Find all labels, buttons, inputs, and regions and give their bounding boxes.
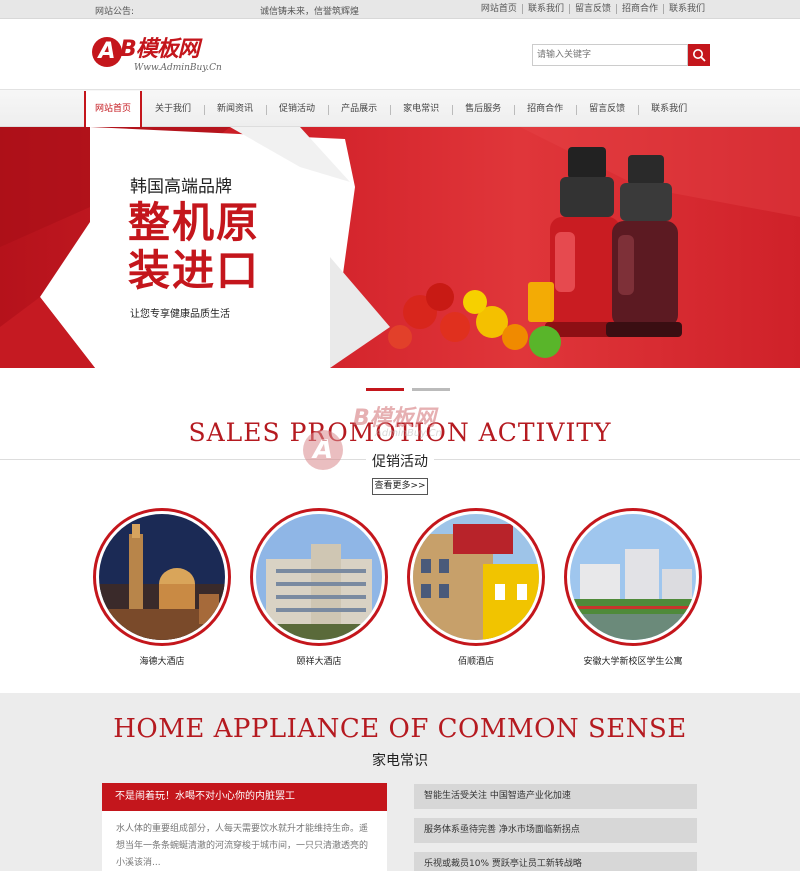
- hotel-image: [570, 514, 696, 640]
- hotel-image-frame: [250, 508, 388, 646]
- list-item[interactable]: 服务体系亟待完善 净水市场面临新拐点: [414, 818, 697, 843]
- top-link-partner[interactable]: 招商合作: [615, 4, 663, 14]
- nav-item-contact[interactable]: 联系我们: [638, 90, 700, 128]
- nav-item-about[interactable]: 关于我们: [142, 90, 204, 128]
- notice-text: 诚信铸未来，信誉筑辉煌: [260, 7, 360, 17]
- nav-item-service[interactable]: 售后服务: [452, 90, 514, 128]
- hotel-image: [99, 514, 225, 640]
- nav-item-partner[interactable]: 招商合作: [514, 90, 576, 128]
- hotel-card[interactable]: 安徽大学新校区学生公寓: [564, 508, 702, 667]
- search-button[interactable]: [688, 44, 710, 66]
- list-item[interactable]: 智能生活受关注 中国智造产业化加速: [414, 784, 697, 809]
- top-link-home[interactable]: 网站首页: [476, 4, 522, 14]
- hero-banner[interactable]: 韩国高端品牌 整机原 装进口 让您专享健康品质生活: [0, 127, 800, 368]
- hotel-name: 佰顺酒店: [457, 657, 494, 667]
- news-list: 智能生活受关注 中国智造产业化加速 服务体系亟待完善 净水市场面临新拐点 乐视或…: [414, 784, 697, 871]
- nav-item-knowledge[interactable]: 家电常识: [390, 90, 452, 128]
- watermark-logo: A B模板网 AdminBuy.Cn: [303, 400, 503, 470]
- nav-item-home[interactable]: 网站首页: [84, 91, 143, 127]
- knowledge-title-cn: 家电常识: [372, 753, 428, 769]
- nav-item-promotions[interactable]: 促销活动: [266, 90, 328, 128]
- hotel-image: [413, 514, 539, 640]
- hotel-name: 颐祥大酒店: [296, 657, 342, 667]
- banner-subtitle: 韩国高端品牌: [130, 177, 232, 197]
- featured-article-excerpt: 水人体的重要组成部分，人每天需要饮水就升才能维持生命。遥想当年一条条蜿蜒清澈的河…: [116, 824, 369, 868]
- hotel-name: 海德大酒店: [139, 657, 185, 667]
- watermark-mark-icon: A: [303, 430, 343, 470]
- hotel-card[interactable]: 颐祥大酒店: [250, 508, 388, 667]
- main-nav: 网站首页 关于我们 新闻资讯 促销活动 产品展示 家电常识 售后服务 招商合作 …: [0, 89, 800, 127]
- top-link-feedback[interactable]: 留言反馈: [568, 4, 616, 14]
- list-item[interactable]: 乐视或裁员10% 贾跃亭让员工新转战略: [414, 852, 697, 871]
- juicer-product-image: [388, 147, 682, 358]
- logo-site-url: Www.AdminBuy.Cn: [134, 63, 222, 73]
- top-bar: 网站公告: 诚信铸未来，信誉筑辉煌 网站首页 联系我们 留言反馈 招商合作 联系…: [0, 0, 800, 19]
- nav-item-products[interactable]: 产品展示: [328, 90, 390, 128]
- hotel-image-frame: [407, 508, 545, 646]
- hotel-image-frame: [564, 508, 702, 646]
- featured-article-title[interactable]: 不是闹着玩！水喝不对小心你的内脏罢工: [102, 783, 387, 811]
- logo-brand-text: B模板网: [120, 37, 200, 62]
- banner-slogan: 让您专享健康品质生活: [130, 309, 230, 320]
- banner-headline-1: 整机原: [128, 198, 261, 247]
- search-input[interactable]: [532, 44, 688, 66]
- featured-article[interactable]: 不是闹着玩！水喝不对小心你的内脏罢工 水人体的重要组成部分，人每天需要饮水就升才…: [102, 783, 387, 871]
- notice-label: 网站公告:: [95, 7, 135, 17]
- search-icon: [693, 49, 706, 62]
- knowledge-title-en: HOME APPLIANCE OF COMMON SENSE: [113, 714, 687, 744]
- banner-pagination: [0, 388, 800, 392]
- promo-more-button[interactable]: 查看更多>>: [372, 478, 428, 495]
- hotel-name: 安徽大学新校区学生公寓: [583, 657, 683, 667]
- hotel-card[interactable]: 海德大酒店: [93, 508, 231, 667]
- site-logo[interactable]: A B模板网 Www.AdminBuy.Cn: [92, 37, 232, 77]
- nav-item-news[interactable]: 新闻资讯: [204, 90, 266, 128]
- top-links: 网站首页 联系我们 留言反馈 招商合作 联系我们: [476, 4, 710, 14]
- hotel-image-frame: [93, 508, 231, 646]
- banner-headline-2: 装进口: [128, 246, 261, 295]
- hotel-card[interactable]: 佰顺酒店: [407, 508, 545, 667]
- search-box: [532, 44, 710, 66]
- watermark-site: AdminBuy.Cn: [375, 428, 442, 439]
- banner-dot-2[interactable]: [412, 388, 450, 391]
- top-link-contact[interactable]: 联系我们: [521, 4, 569, 14]
- nav-item-feedback[interactable]: 留言反馈: [576, 90, 638, 128]
- hotel-image: [256, 514, 382, 640]
- banner-dot-1[interactable]: [366, 388, 404, 391]
- header: A B模板网 Www.AdminBuy.Cn: [0, 19, 800, 89]
- logo-mark-icon: A: [92, 37, 122, 67]
- top-link-contact-2[interactable]: 联系我们: [662, 4, 710, 14]
